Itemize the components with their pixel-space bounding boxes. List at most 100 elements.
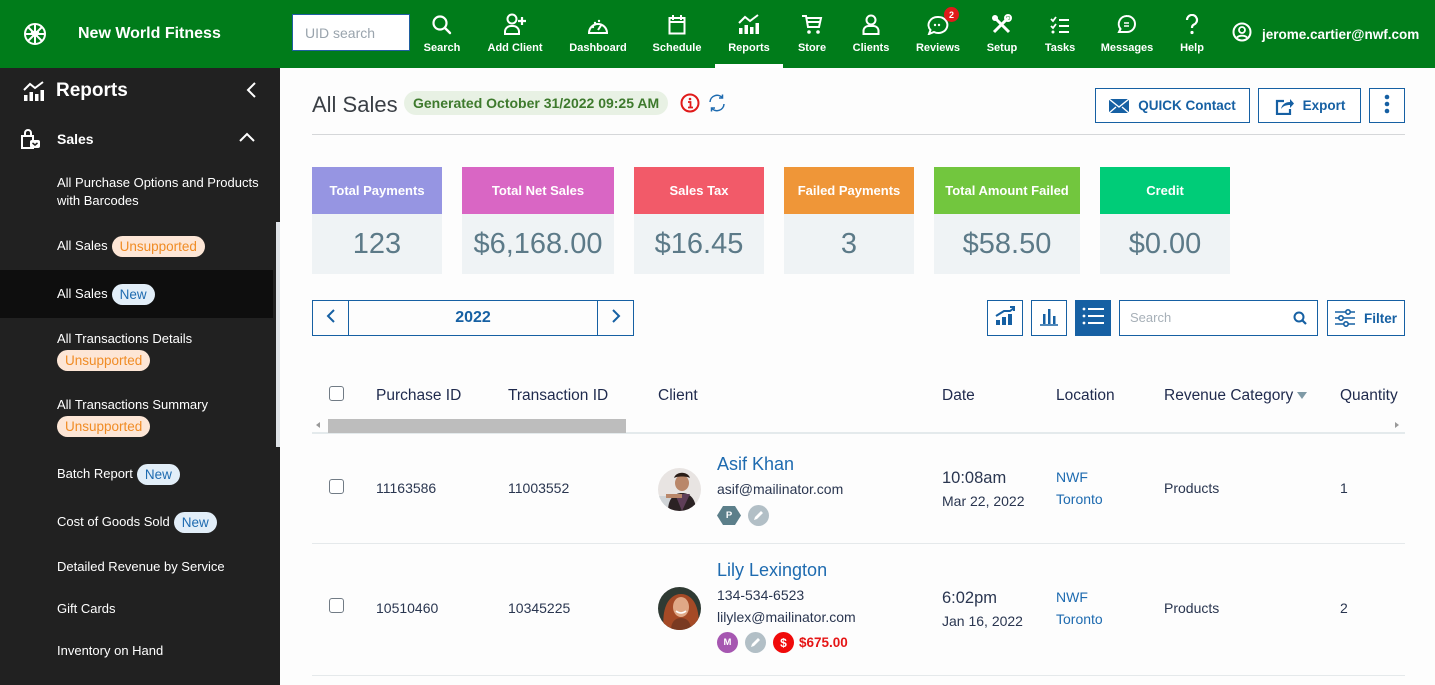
reports-sidebar: Reports Sales All Purchase Options and P… [0,68,280,685]
stat-card-credit: Credit $0.00 [1100,167,1230,274]
line-chart-view-button[interactable] [987,300,1023,336]
sidebar-item-inventory-on-hand[interactable]: Inventory on Hand [0,642,273,660]
column-header-location[interactable]: Location [1056,387,1115,405]
scroll-left-arrow-icon[interactable] [316,422,320,428]
row-checkbox[interactable] [329,598,344,613]
refresh-icon[interactable] [707,93,727,118]
sidebar-item-cost-of-goods-sold[interactable]: Cost of Goods Sold New [0,512,273,533]
nav-reports[interactable]: Reports [715,0,783,68]
list-view-button[interactable] [1075,300,1111,336]
tools-icon [991,11,1013,35]
nav-clients[interactable]: Clients [850,0,892,68]
export-button[interactable]: Export [1258,88,1361,123]
scroll-right-arrow-icon[interactable] [1395,422,1399,428]
membership-p-badge: P [717,506,741,525]
nav-schedule[interactable]: Schedule [650,0,704,68]
stat-card-total-net-sales: Total Net Sales $6,168.00 [462,167,614,274]
quantity: 2 [1340,600,1348,616]
location-link[interactable]: NWF Toronto [1056,586,1103,630]
column-header-quantity[interactable]: Quantity [1340,387,1398,405]
brand[interactable]: New World Fitness [20,0,221,68]
column-header-revenue-category[interactable]: Revenue Category [1164,387,1308,405]
next-year-button[interactable] [597,301,633,335]
dollar-icon: $ [773,632,794,653]
sidebar-title: Reports [56,80,128,101]
chevron-up-icon [238,130,256,149]
filter-button[interactable]: Filter [1327,300,1405,336]
nav-search[interactable]: Search [422,0,462,68]
nav-setup[interactable]: Setup [984,0,1020,68]
column-header-date[interactable]: Date [942,387,975,405]
purchase-time: 10:08am [942,469,1007,487]
row-checkbox[interactable] [329,479,344,494]
column-header-purchase-id[interactable]: Purchase ID [376,387,461,405]
nav-messages[interactable]: Messages [1100,0,1154,68]
collapse-sidebar-chevron-left-icon[interactable] [245,81,259,104]
nav-help[interactable]: Help [1177,0,1207,68]
column-header-client[interactable]: Client [658,387,698,405]
table-header: Purchase ID Transaction ID Client Date L… [312,378,1405,434]
transaction-id: 11003552 [508,480,570,496]
previous-year-button[interactable] [313,301,349,335]
chat-bubble-icon: 2 [927,7,959,35]
year-selector: 2022 [312,300,634,336]
stat-card-total-payments: Total Payments 123 [312,167,442,274]
search-icon[interactable] [1293,311,1307,330]
client-avatar[interactable] [658,587,701,630]
reviews-count-badge: 2 [944,7,959,22]
nav-tasks[interactable]: Tasks [1043,0,1077,68]
top-navigation-bar: New World Fitness Search Add Client Dash… [0,0,1435,68]
nav-dashboard[interactable]: Dashboard [566,0,630,68]
table-row[interactable]: 10510460 10345225 Lily Lexington 134-534… [312,544,1405,676]
title-divider [312,134,1405,135]
client-name-link[interactable]: Asif Khan [717,454,794,475]
brand-name: New World Fitness [78,25,221,42]
info-icon[interactable] [680,93,700,118]
select-all-checkbox[interactable] [329,386,344,401]
sidebar-item-all-purchase-options[interactable]: All Purchase Options and Products with B… [0,174,273,210]
pencil-icon[interactable] [748,505,769,526]
more-options-button[interactable] [1369,88,1405,123]
trend-chart-icon [994,305,1016,331]
table-row[interactable]: 11163586 11003552 Asif Khan asif@mailina… [312,436,1405,544]
new-badge: New [136,464,180,485]
nav-add-client[interactable]: Add Client [484,0,546,68]
sidebar-item-all-sales-unsupported[interactable]: All Sales Unsupported [0,236,273,257]
pencil-icon[interactable] [745,632,766,653]
sidebar-item-batch-report[interactable]: Batch Report New [0,464,273,485]
nav-reviews[interactable]: 2 Reviews [913,0,963,68]
client-name-link[interactable]: Lily Lexington [717,560,827,581]
purchase-id: 10510460 [376,600,439,616]
sidebar-item-all-sales-new[interactable]: All Sales New [0,270,273,318]
dashboard-gauge-icon [587,11,609,35]
bar-chart-view-button[interactable] [1031,300,1067,336]
new-badge: New [111,284,155,305]
stat-card-total-amount-failed: Total Amount Failed $58.50 [934,167,1080,274]
question-icon [1185,11,1199,35]
horizontal-scrollbar-thumb[interactable] [328,419,626,433]
export-share-icon [1274,97,1294,115]
purchase-time: 6:02pm [942,589,998,607]
user-menu[interactable]: jerome.cartier@nwf.com [1232,0,1419,68]
table-search [1119,300,1318,336]
nav-store[interactable]: Store [795,0,829,68]
client-phone: 134-534-6523 [717,587,805,603]
client-tags: P [717,505,776,526]
stat-card-failed-payments: Failed Payments 3 [784,167,914,274]
location-link[interactable]: NWF Toronto [1056,466,1103,510]
sidebar-item-detailed-revenue-by-service[interactable]: Detailed Revenue by Service [0,558,273,576]
purchase-id: 11163586 [376,480,437,496]
shopping-bag-icon [20,128,42,155]
uid-search-input[interactable] [292,14,410,51]
table-search-input[interactable] [1120,301,1285,334]
sidebar-item-all-transactions-summary[interactable]: All Transactions Summary Unsupported [0,396,273,437]
sidebar-item-all-transactions-details[interactable]: All Transactions Details Unsupported [0,330,273,371]
column-header-transaction-id[interactable]: Transaction ID [508,387,608,405]
sidebar-section-sales[interactable]: Sales [0,120,280,156]
quick-contact-button[interactable]: QUICK Contact [1095,88,1250,123]
sidebar-item-gift-cards[interactable]: Gift Cards [0,600,273,618]
generated-timestamp-badge: Generated October 31/2022 09:25 AM [404,91,669,115]
main-content: All Sales Generated October 31/2022 09:2… [280,68,1435,685]
sort-descending-icon [1297,392,1308,400]
client-avatar[interactable] [658,468,701,511]
